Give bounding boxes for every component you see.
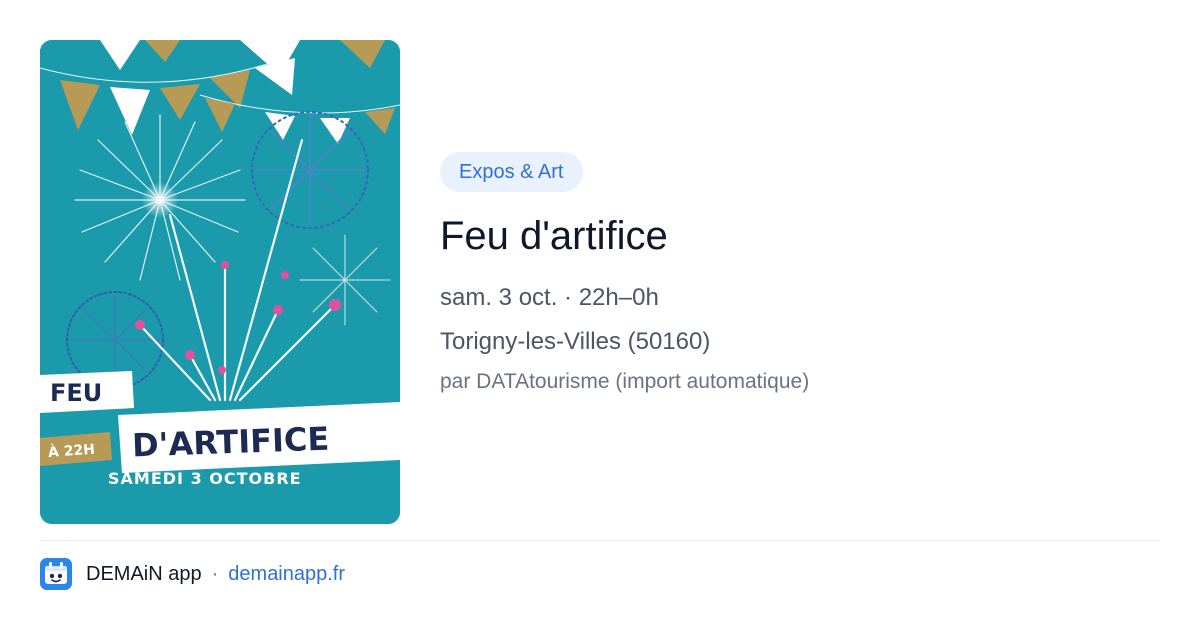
footer-separator: ·	[211, 562, 219, 585]
category-badge[interactable]: Expos & Art	[440, 152, 583, 192]
event-poster-image[interactable]: FEU D'ARTIFICE À 22H SAMEDI 3 OCTOBRE	[40, 40, 400, 524]
event-source: par DATAtourisme (import automatique)	[440, 370, 810, 393]
app-footer: DEMAiN app · demainapp.fr	[40, 558, 345, 590]
fireworks-illustration: FEU D'ARTIFICE À 22H SAMEDI 3 OCTOBRE	[40, 40, 400, 524]
demain-app-icon	[40, 558, 72, 590]
app-domain-link[interactable]: demainapp.fr	[228, 563, 345, 586]
app-name: DEMAiN app	[86, 562, 202, 585]
event-date: sam. 3 oct. · 22h–0h	[440, 284, 659, 311]
footer-divider	[40, 540, 1160, 541]
event-location: Torigny-les-Villes (50160)	[440, 328, 711, 355]
poster-date: SAMEDI 3 OCTOBRE	[108, 469, 302, 488]
poster-line2: D'ARTIFICE	[131, 420, 329, 465]
event-details: Expos & Art Feu d'artifice sam. 3 oct. ·…	[440, 152, 1140, 396]
poster-line1: FEU	[50, 379, 102, 407]
event-title: Feu d'artifice	[440, 214, 668, 258]
poster-time: À 22H	[48, 441, 96, 461]
